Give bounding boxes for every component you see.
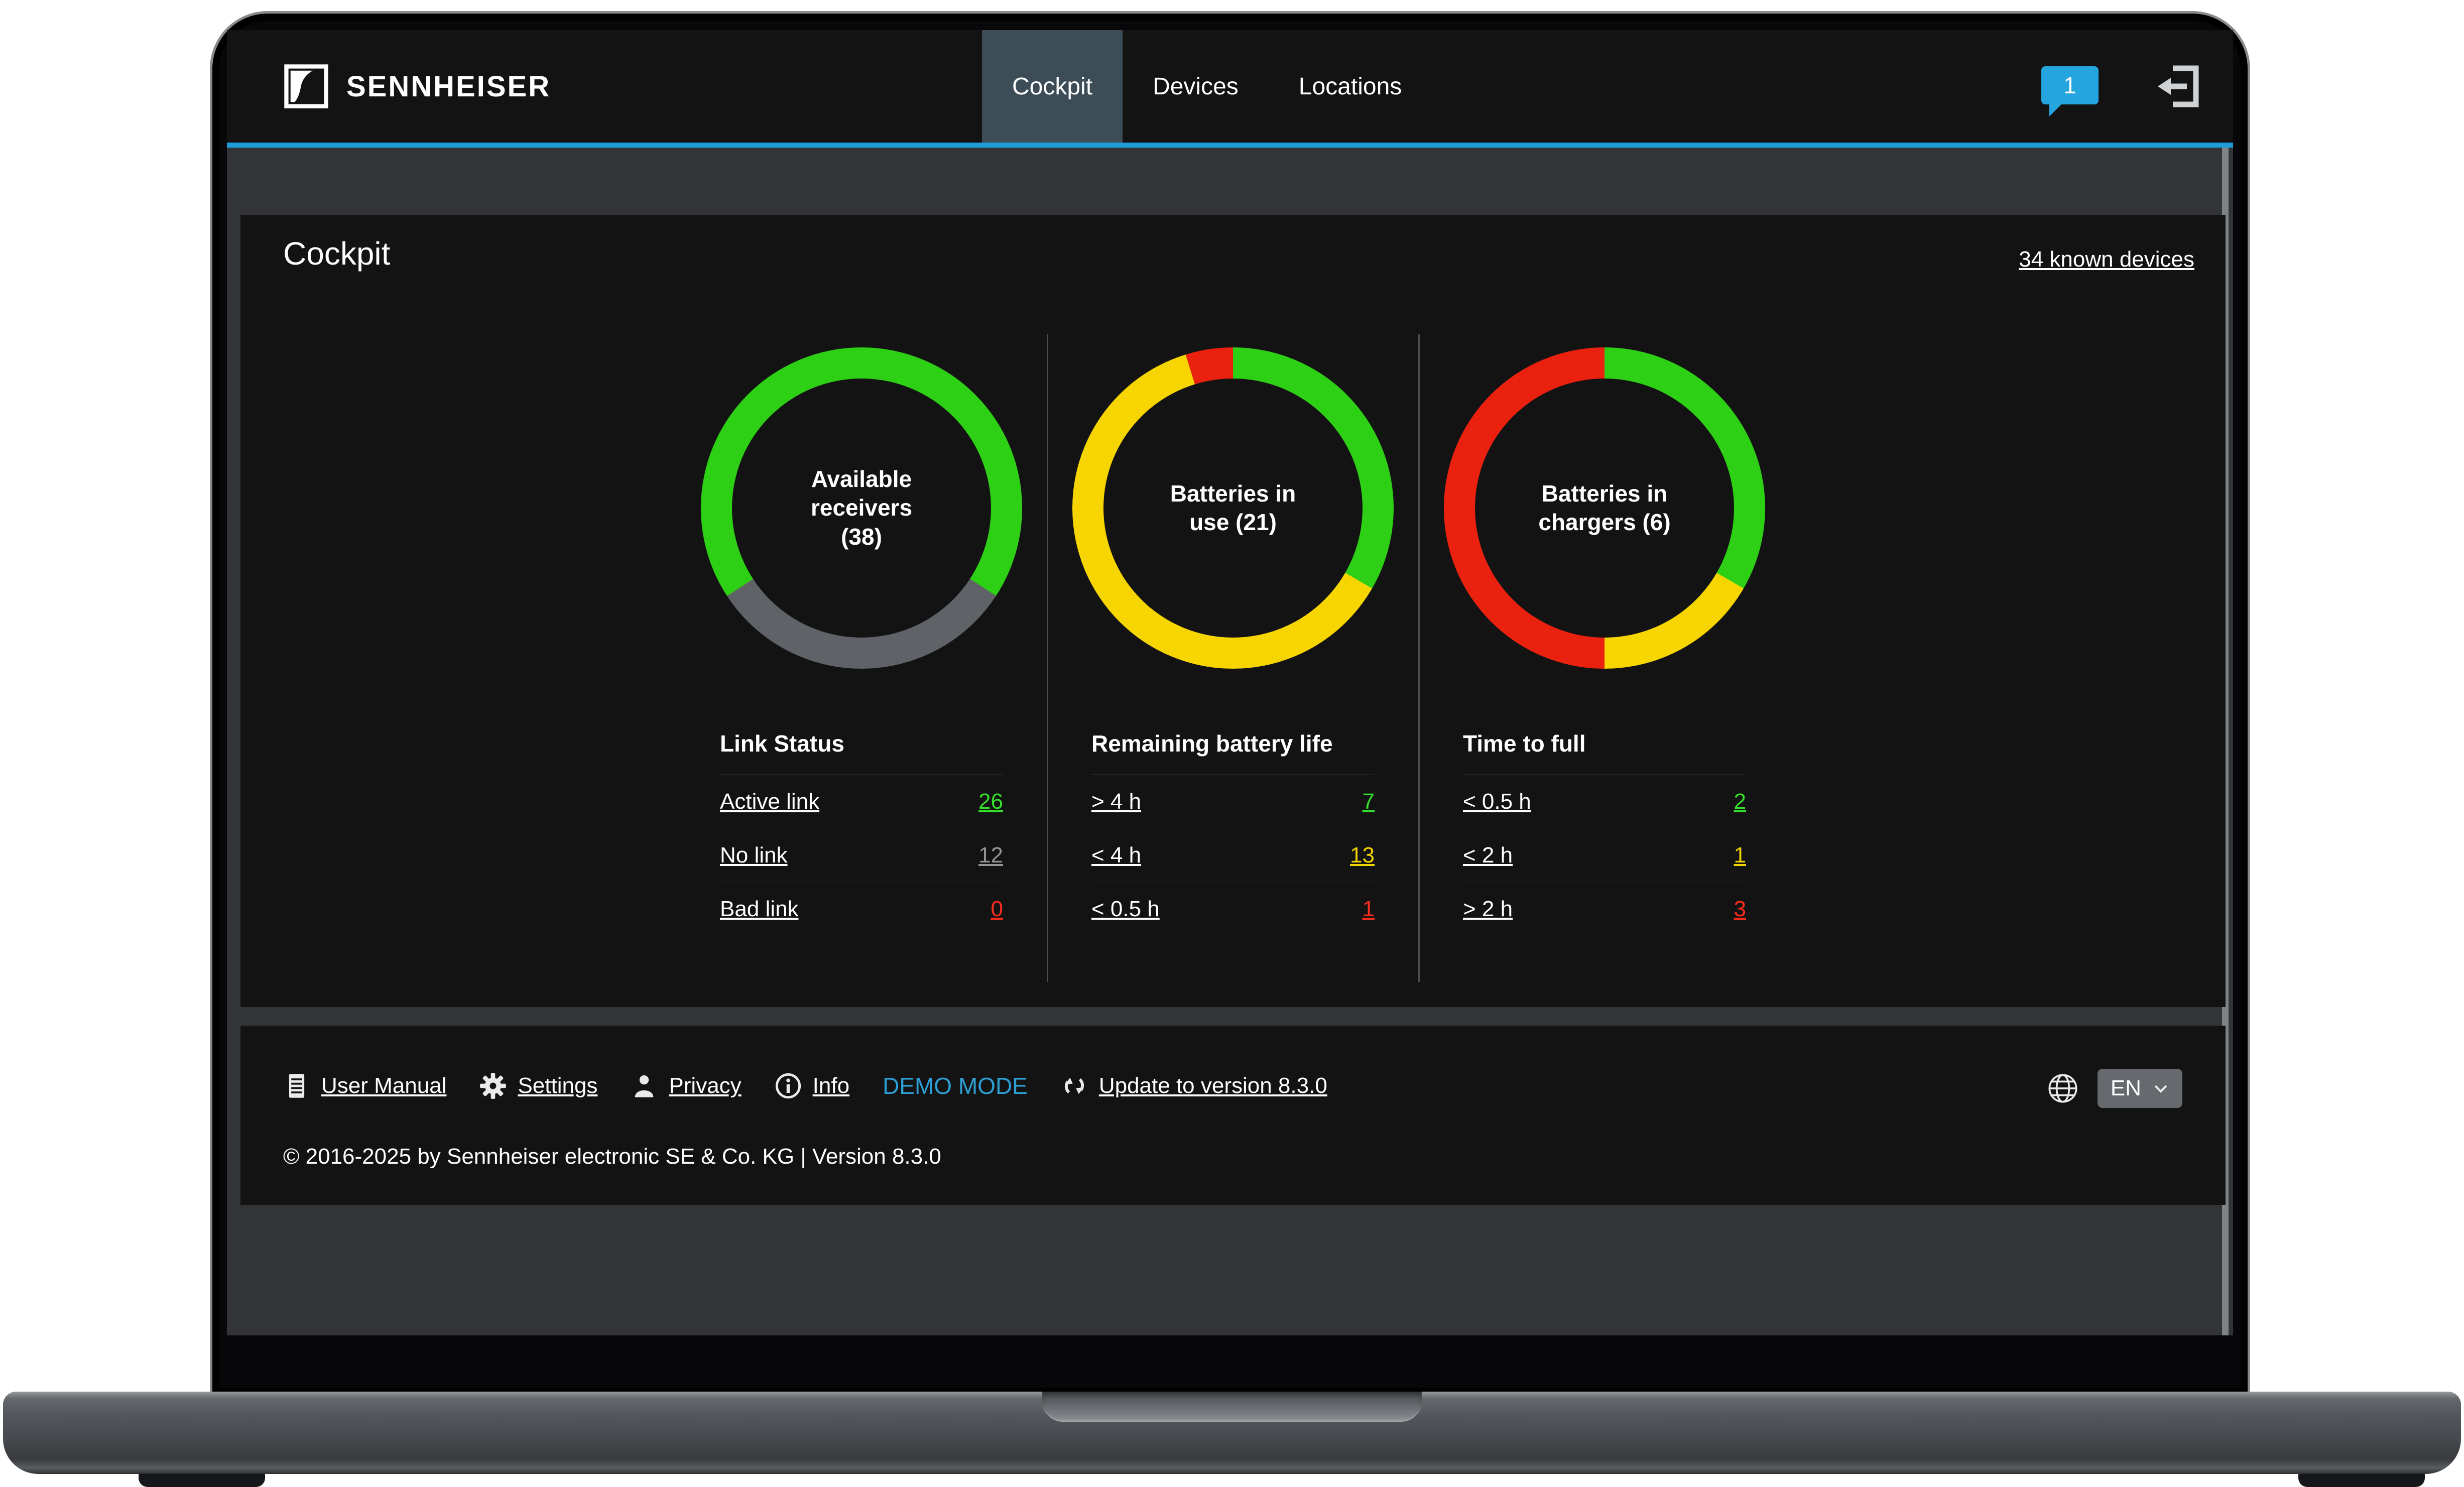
- nav-tabs: Cockpit Devices Locations: [982, 30, 1432, 143]
- stat-label[interactable]: No link: [720, 843, 788, 868]
- link-status-table: Link Status Active link 26 No link 12 Ba…: [676, 730, 1047, 935]
- table-row: Active link 26: [720, 774, 1003, 828]
- table-row: > 4 h 7: [1091, 774, 1375, 828]
- time-to-full-table: Time to full < 0.5 h 2 < 2 h 1 > 2 h: [1419, 730, 1790, 935]
- info-icon: [775, 1072, 802, 1099]
- stat-value[interactable]: 1: [1363, 897, 1375, 922]
- stat-label[interactable]: < 2 h: [1463, 843, 1513, 868]
- table-header: Time to full: [1463, 730, 1746, 757]
- table-row: Bad link 0: [720, 882, 1003, 935]
- document-icon: [283, 1072, 310, 1099]
- page-body: Cockpit 34 known devices Availablereceiv…: [227, 148, 2233, 1335]
- person-icon: [631, 1072, 658, 1099]
- donut-center-label: Batteries inchargers (6): [1444, 347, 1765, 669]
- stat-label[interactable]: < 0.5 h: [1091, 897, 1160, 922]
- donut-center-label: Availablereceivers(38): [701, 347, 1022, 669]
- table-row: No link 12: [720, 828, 1003, 882]
- table-row: < 0.5 h 1: [1091, 882, 1375, 935]
- chart-column-receivers: Availablereceivers(38) Link Status Activ…: [676, 334, 1047, 982]
- footer-panel: User Manual: [240, 1026, 2226, 1205]
- chart-column-batteries-in-use: Batteries inuse (21) Remaining battery l…: [1047, 334, 1419, 982]
- cockpit-panel: Cockpit 34 known devices Availablereceiv…: [240, 215, 2226, 1007]
- privacy-link[interactable]: Privacy: [631, 1072, 741, 1099]
- language-dropdown[interactable]: EN: [2098, 1069, 2182, 1108]
- brand-logo: SENNHEISER: [283, 30, 551, 143]
- donut-batteries-in-use: Batteries inuse (21): [1072, 347, 1394, 669]
- nav-accent-line: [227, 143, 2233, 148]
- logout-icon[interactable]: [2154, 61, 2204, 111]
- sennheiser-logo-icon: [283, 63, 329, 109]
- stat-label[interactable]: < 4 h: [1091, 843, 1141, 868]
- footer-links: User Manual: [283, 1070, 1361, 1102]
- stat-label[interactable]: > 2 h: [1463, 897, 1513, 922]
- refresh-icon: [1061, 1072, 1088, 1099]
- table-row: < 2 h 1: [1463, 828, 1746, 882]
- stat-label[interactable]: Bad link: [720, 897, 799, 922]
- stat-value[interactable]: 2: [1734, 789, 1746, 814]
- language-selector: EN: [2047, 1069, 2182, 1108]
- known-devices-link[interactable]: 34 known devices: [2019, 247, 2194, 272]
- tab-devices[interactable]: Devices: [1123, 30, 1269, 143]
- user-manual-label: User Manual: [321, 1073, 446, 1098]
- page-title: Cockpit: [283, 235, 390, 272]
- privacy-label: Privacy: [669, 1073, 741, 1098]
- info-label: Info: [813, 1073, 849, 1098]
- table-row: < 0.5 h 2: [1463, 774, 1746, 828]
- settings-label: Settings: [518, 1073, 597, 1098]
- brand-logo-text: SENNHEISER: [346, 70, 551, 103]
- stat-value[interactable]: 0: [991, 897, 1003, 922]
- tab-locations[interactable]: Locations: [1269, 30, 1432, 143]
- info-link[interactable]: Info: [775, 1072, 849, 1099]
- table-header: Link Status: [720, 730, 1003, 757]
- gear-icon: [479, 1072, 507, 1099]
- chart-column-batteries-in-chargers: Batteries inchargers (6) Time to full < …: [1419, 334, 1790, 982]
- stat-value[interactable]: 7: [1363, 789, 1375, 814]
- notification-count: 1: [2063, 72, 2076, 99]
- copyright-text: © 2016-2025 by Sennheiser electronic SE …: [283, 1144, 941, 1169]
- table-row: > 2 h 3: [1463, 882, 1746, 935]
- navbar: SENNHEISER Cockpit Devices Locations 1: [227, 30, 2233, 143]
- stat-value[interactable]: 12: [978, 843, 1003, 868]
- stat-value[interactable]: 13: [1350, 843, 1375, 868]
- chevron-down-icon: [2152, 1080, 2169, 1097]
- language-code: EN: [2111, 1076, 2141, 1101]
- battery-life-table: Remaining battery life > 4 h 7 < 4 h 13 …: [1047, 730, 1419, 935]
- update-link[interactable]: Update to version 8.3.0: [1061, 1072, 1327, 1099]
- update-label: Update to version 8.3.0: [1099, 1073, 1327, 1098]
- settings-link[interactable]: Settings: [479, 1072, 597, 1099]
- stat-label[interactable]: > 4 h: [1091, 789, 1141, 814]
- app-screen: SENNHEISER Cockpit Devices Locations 1: [227, 30, 2233, 1335]
- stat-label[interactable]: Active link: [720, 789, 819, 814]
- stat-value[interactable]: 3: [1734, 897, 1746, 922]
- user-manual-link[interactable]: User Manual: [283, 1072, 446, 1099]
- demo-mode-label: DEMO MODE: [883, 1072, 1028, 1099]
- laptop-mockup: SENNHEISER Cockpit Devices Locations 1: [0, 0, 2464, 1487]
- donut-center-label: Batteries inuse (21): [1072, 347, 1394, 669]
- stat-value[interactable]: 26: [978, 789, 1003, 814]
- table-row: < 4 h 13: [1091, 828, 1375, 882]
- table-header: Remaining battery life: [1091, 730, 1375, 757]
- laptop-hinge-notch: [1042, 1392, 1422, 1422]
- globe-icon: [2047, 1073, 2078, 1104]
- donut-available-receivers: Availablereceivers(38): [701, 347, 1022, 669]
- notification-badge[interactable]: 1: [2041, 66, 2099, 104]
- stat-value[interactable]: 1: [1734, 843, 1746, 868]
- charts-row: Availablereceivers(38) Link Status Activ…: [676, 334, 1790, 982]
- stat-label[interactable]: < 0.5 h: [1463, 789, 1531, 814]
- tab-cockpit[interactable]: Cockpit: [982, 30, 1123, 143]
- donut-batteries-in-chargers: Batteries inchargers (6): [1444, 347, 1765, 669]
